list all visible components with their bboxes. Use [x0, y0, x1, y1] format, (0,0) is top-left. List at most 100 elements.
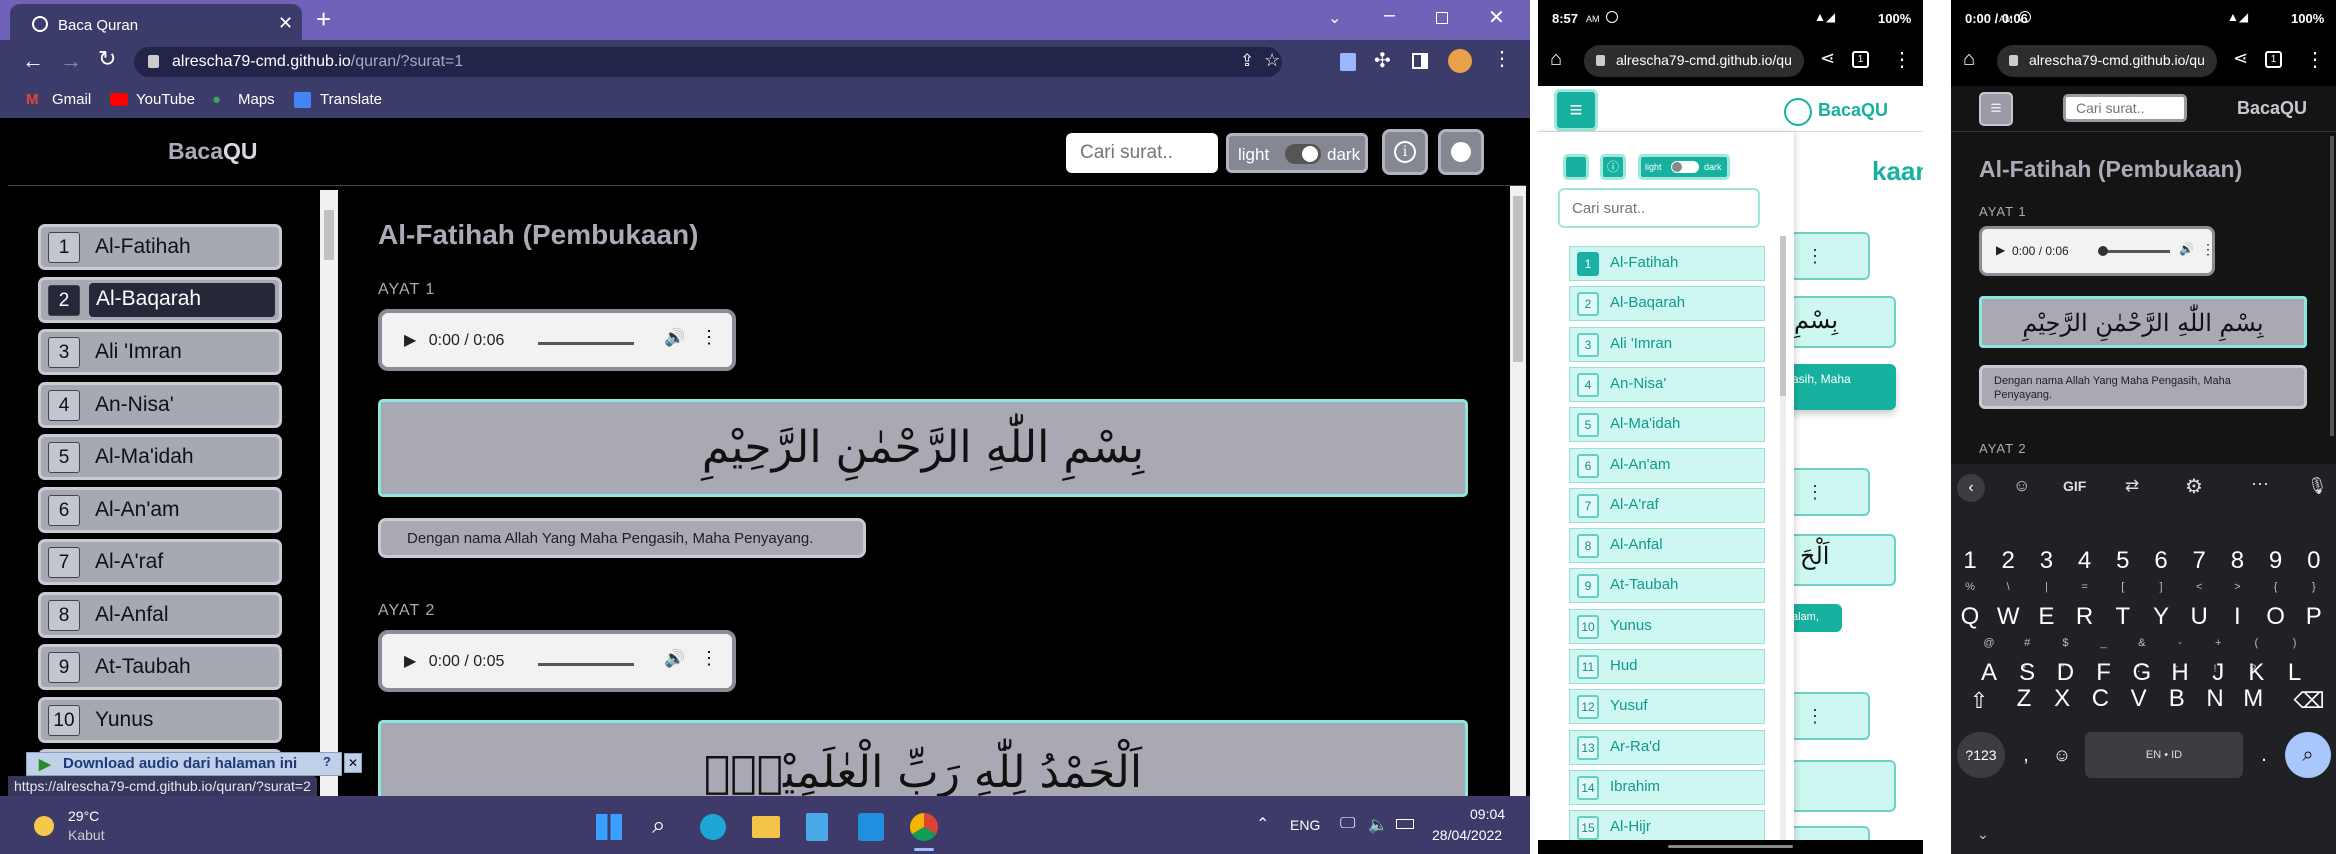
- address-bar[interactable]: alrescha79-cmd.github.io/quran/?surat=1 …: [134, 47, 1282, 77]
- sidebar-item-surah[interactable]: 5 Al-Ma'idah: [38, 434, 282, 480]
- key-row1-3[interactable]: R =: [2068, 581, 2102, 640]
- bookmark-gmail[interactable]: Gmail: [52, 91, 91, 108]
- browser-tab[interactable]: Baca Quran ✕: [10, 4, 302, 40]
- drawer-item-surah[interactable]: 2 Al-Baqarah: [1569, 286, 1765, 322]
- page-scrollbar[interactable]: [1510, 186, 1526, 796]
- tabs-count-icon[interactable]: 1: [1852, 51, 1869, 68]
- volume-tray-icon[interactable]: 🔈: [1368, 815, 1388, 835]
- address-bar[interactable]: alrescha79-cmd.github.io/qu: [1584, 45, 1804, 77]
- key-digits-8[interactable]: 9: [2259, 538, 2293, 584]
- bookmark-translate[interactable]: Translate: [320, 91, 382, 108]
- sidebar-item-surah[interactable]: 1 Al-Fatihah: [38, 224, 282, 270]
- share-icon[interactable]: ⇪: [1240, 51, 1254, 71]
- brand-logo[interactable]: BacaQU: [1818, 100, 1888, 121]
- space-key[interactable]: EN • ID: [2085, 732, 2243, 778]
- sidebar-item-surah[interactable]: 7 Al-A'raf: [38, 539, 282, 585]
- sidebar-item-surah[interactable]: 6 Al-An'am: [38, 486, 282, 533]
- sidebar-item-surah[interactable]: 3 Ali 'Imran: [38, 329, 282, 375]
- vscode-icon[interactable]: [858, 813, 884, 841]
- theme-toggle[interactable]: light dark: [1226, 133, 1368, 173]
- audio-player[interactable]: ▶ 0:00 / 0:06 🔊 ⋮: [378, 309, 736, 371]
- drawer-item-surah[interactable]: 12 Yusuf: [1569, 689, 1765, 725]
- collapse-icon[interactable]: ‹: [1957, 474, 1985, 502]
- chrome-menu-icon[interactable]: ⋮: [1492, 46, 1512, 71]
- key-digits-7[interactable]: 8: [2220, 538, 2254, 584]
- page-scrollbar[interactable]: [2330, 136, 2334, 446]
- key-row1-9[interactable]: P}: [2297, 581, 2331, 640]
- menu-icon[interactable]: ⋮: [1892, 47, 1912, 72]
- tray-overflow-icon[interactable]: ⌃: [1256, 814, 1269, 834]
- sidebar-scroll-thumb[interactable]: [324, 210, 334, 260]
- drawer-item-surah[interactable]: 13 Ar-Ra'd: [1569, 729, 1765, 765]
- profile-avatar[interactable]: [1448, 49, 1472, 73]
- sidepanel-icon[interactable]: [1412, 53, 1428, 69]
- period-key[interactable]: .: [2249, 732, 2279, 778]
- symbols-key[interactable]: ?123: [1957, 732, 2005, 778]
- clock-time[interactable]: 09:04: [1470, 806, 1505, 822]
- network-icon[interactable]: 🖵: [1340, 815, 1355, 833]
- home-icon[interactable]: ⌂: [1550, 48, 1562, 71]
- emoji-key[interactable]: ☺: [2047, 732, 2077, 778]
- key-digits-1[interactable]: 2: [1991, 538, 2025, 584]
- more-icon[interactable]: ⋮: [700, 327, 718, 348]
- reload-icon[interactable]: ↻: [98, 46, 116, 72]
- play-icon[interactable]: ▶: [1996, 243, 2005, 257]
- share-icon[interactable]: ⋖: [2233, 48, 2248, 69]
- download-banner[interactable]: ▶ Download audio dari halaman ini ?: [26, 752, 342, 776]
- page-scroll-thumb[interactable]: [2330, 136, 2334, 436]
- drawer-item-surah[interactable]: 4 An-Nisa': [1569, 366, 1765, 402]
- key-row1-2[interactable]: E |: [2029, 581, 2063, 640]
- puzzle-icon[interactable]: ✣: [1374, 48, 1391, 73]
- drawer-item-surah[interactable]: 10 Yunus: [1569, 608, 1765, 644]
- key-row1-6[interactable]: U <: [2182, 581, 2216, 640]
- home-icon[interactable]: ⌂: [1963, 48, 1975, 71]
- info-button[interactable]: ⓘ: [1600, 154, 1626, 180]
- comma-key[interactable]: ,: [2011, 732, 2041, 778]
- drawer-item-surah[interactable]: 1 Al-Fatihah: [1569, 246, 1765, 281]
- key-row1-8[interactable]: O{: [2259, 581, 2293, 640]
- more-icon[interactable]: ⋮: [700, 648, 718, 669]
- minimize-icon[interactable]: –: [1384, 4, 1395, 27]
- key-digits-6[interactable]: 7: [2182, 538, 2216, 584]
- audio-progress[interactable]: [538, 342, 634, 345]
- bookmark-maps[interactable]: Maps: [238, 91, 275, 108]
- key-row3-6[interactable]: M?: [2236, 663, 2270, 722]
- shift-key[interactable]: ⇧: [1957, 678, 2001, 724]
- key-digits-9[interactable]: 0: [2297, 538, 2331, 584]
- audio-progress[interactable]: [2100, 250, 2170, 253]
- extension-icon[interactable]: [1340, 53, 1356, 71]
- volume-icon[interactable]: 🔊: [664, 649, 685, 669]
- home-gesture-bar[interactable]: [1668, 845, 1793, 848]
- key-row1-1[interactable]: W \: [1991, 581, 2025, 640]
- language-indicator[interactable]: ENG: [1290, 817, 1320, 833]
- translate-icon[interactable]: ⇄: [2125, 476, 2139, 496]
- chrome-icon[interactable]: [910, 813, 938, 841]
- battery-icon[interactable]: [1396, 819, 1414, 829]
- key-row3-1[interactable]: X ": [2045, 663, 2079, 722]
- clock-date[interactable]: 28/04/2022: [1432, 827, 1502, 843]
- github-button[interactable]: [1563, 154, 1589, 180]
- mic-icon[interactable]: 🎙: [2307, 476, 2327, 496]
- help-icon[interactable]: ?: [323, 754, 331, 769]
- key-row1-4[interactable]: T[: [2106, 581, 2140, 640]
- key-row3-4[interactable]: B;: [2160, 663, 2194, 722]
- backspace-key[interactable]: ⌫: [2287, 678, 2331, 724]
- audio-player[interactable]: ▶ 0:00 / 0:06 🔊 ⋮: [1979, 226, 2215, 276]
- key-row1-7[interactable]: I >: [2220, 581, 2254, 640]
- github-button[interactable]: [1438, 129, 1484, 175]
- sidebar-item-surah[interactable]: 8 Al-Anfal: [38, 591, 282, 638]
- drawer-item-surah[interactable]: 14 Ibrahim: [1569, 769, 1765, 805]
- hamburger-button[interactable]: ≡: [1979, 92, 2013, 126]
- hamburger-button[interactable]: ≡: [1554, 89, 1598, 131]
- brand-logo[interactable]: BacaQU: [168, 138, 257, 165]
- key-digits-0[interactable]: 1: [1953, 538, 1987, 584]
- drawer-scroll-thumb[interactable]: [1780, 236, 1786, 396]
- file-explorer-icon[interactable]: [752, 816, 780, 838]
- sidebar-item-surah[interactable]: 2 Al-Baqarah: [38, 276, 282, 323]
- drawer-item-surah[interactable]: 9 At-Taubah: [1569, 568, 1765, 604]
- key-digits-2[interactable]: 3: [2029, 538, 2063, 584]
- hide-keyboard-icon[interactable]: ⌄: [1977, 826, 1989, 843]
- drawer-item-surah[interactable]: 7 Al-A'raf: [1569, 487, 1765, 523]
- address-bar[interactable]: alrescha79-cmd.github.io/qu: [1997, 45, 2217, 77]
- play-icon[interactable]: ▶: [404, 332, 416, 349]
